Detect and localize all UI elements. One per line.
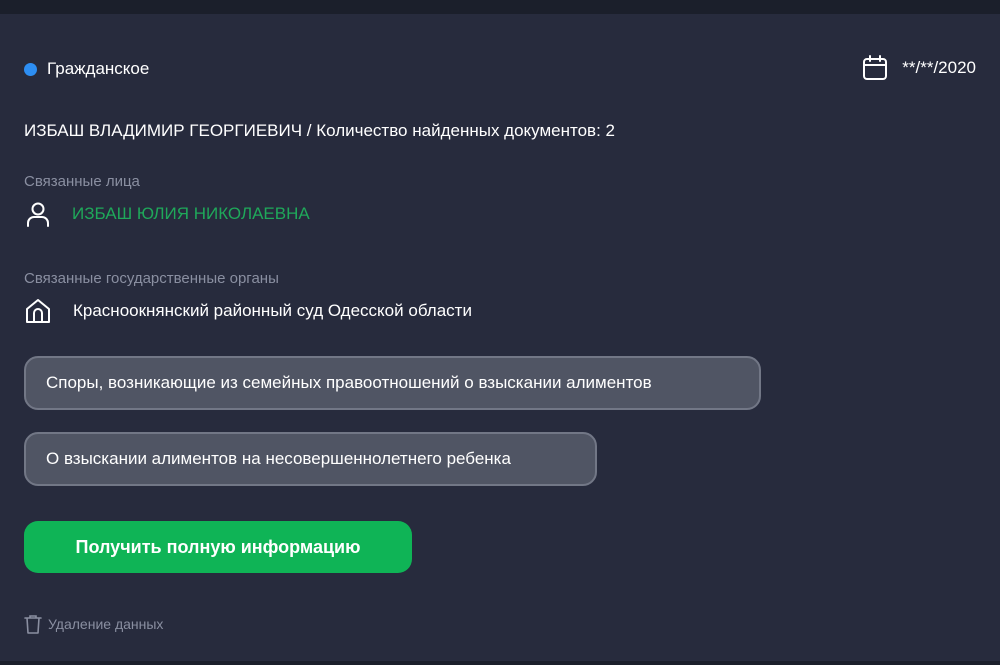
related-bodies-label: Связанные государственные органы — [24, 270, 279, 287]
trash-icon — [24, 615, 42, 634]
case-type-label: Гражданское — [47, 59, 150, 78]
case-type-dot-icon — [24, 62, 37, 76]
category-chip[interactable]: Споры, возникающие из семейных правоотно… — [24, 356, 761, 410]
case-date-text: **/**/2020 — [902, 58, 976, 77]
related-body-item: Красноокнянский районный суд Одесской об… — [25, 298, 472, 324]
related-person-name[interactable]: ИЗБАШ ЮЛИЯ НИКОЛАЕВНА — [72, 204, 310, 224]
get-full-info-button[interactable]: Получить полную информацию — [24, 521, 412, 573]
delete-data-label[interactable]: Удаление данных — [48, 616, 163, 632]
case-type: Гражданское — [24, 59, 149, 79]
calendar-icon — [863, 55, 888, 80]
person-icon — [27, 202, 49, 227]
category-chip[interactable]: О взыскании алиментов на несовершеннолет… — [24, 432, 597, 486]
related-person-item[interactable]: ИЗБАШ ЮЛИЯ НИКОЛАЕВНА — [26, 201, 310, 227]
case-title: ИЗБАШ ВЛАДИМИР ГЕОРГИЕВИЧ / Количество н… — [24, 121, 615, 140]
related-persons-label: Связанные лица — [24, 173, 140, 190]
building-icon — [26, 299, 50, 323]
case-date: **/**/2020 — [862, 55, 976, 81]
case-card: Гражданское **/**/2020 ИЗБАШ ВЛАДИМИР ГЕ… — [0, 14, 1000, 661]
delete-data-link[interactable]: Удаление данных — [24, 614, 163, 634]
related-body-name: Красноокнянский районный суд Одесской об… — [73, 301, 472, 320]
